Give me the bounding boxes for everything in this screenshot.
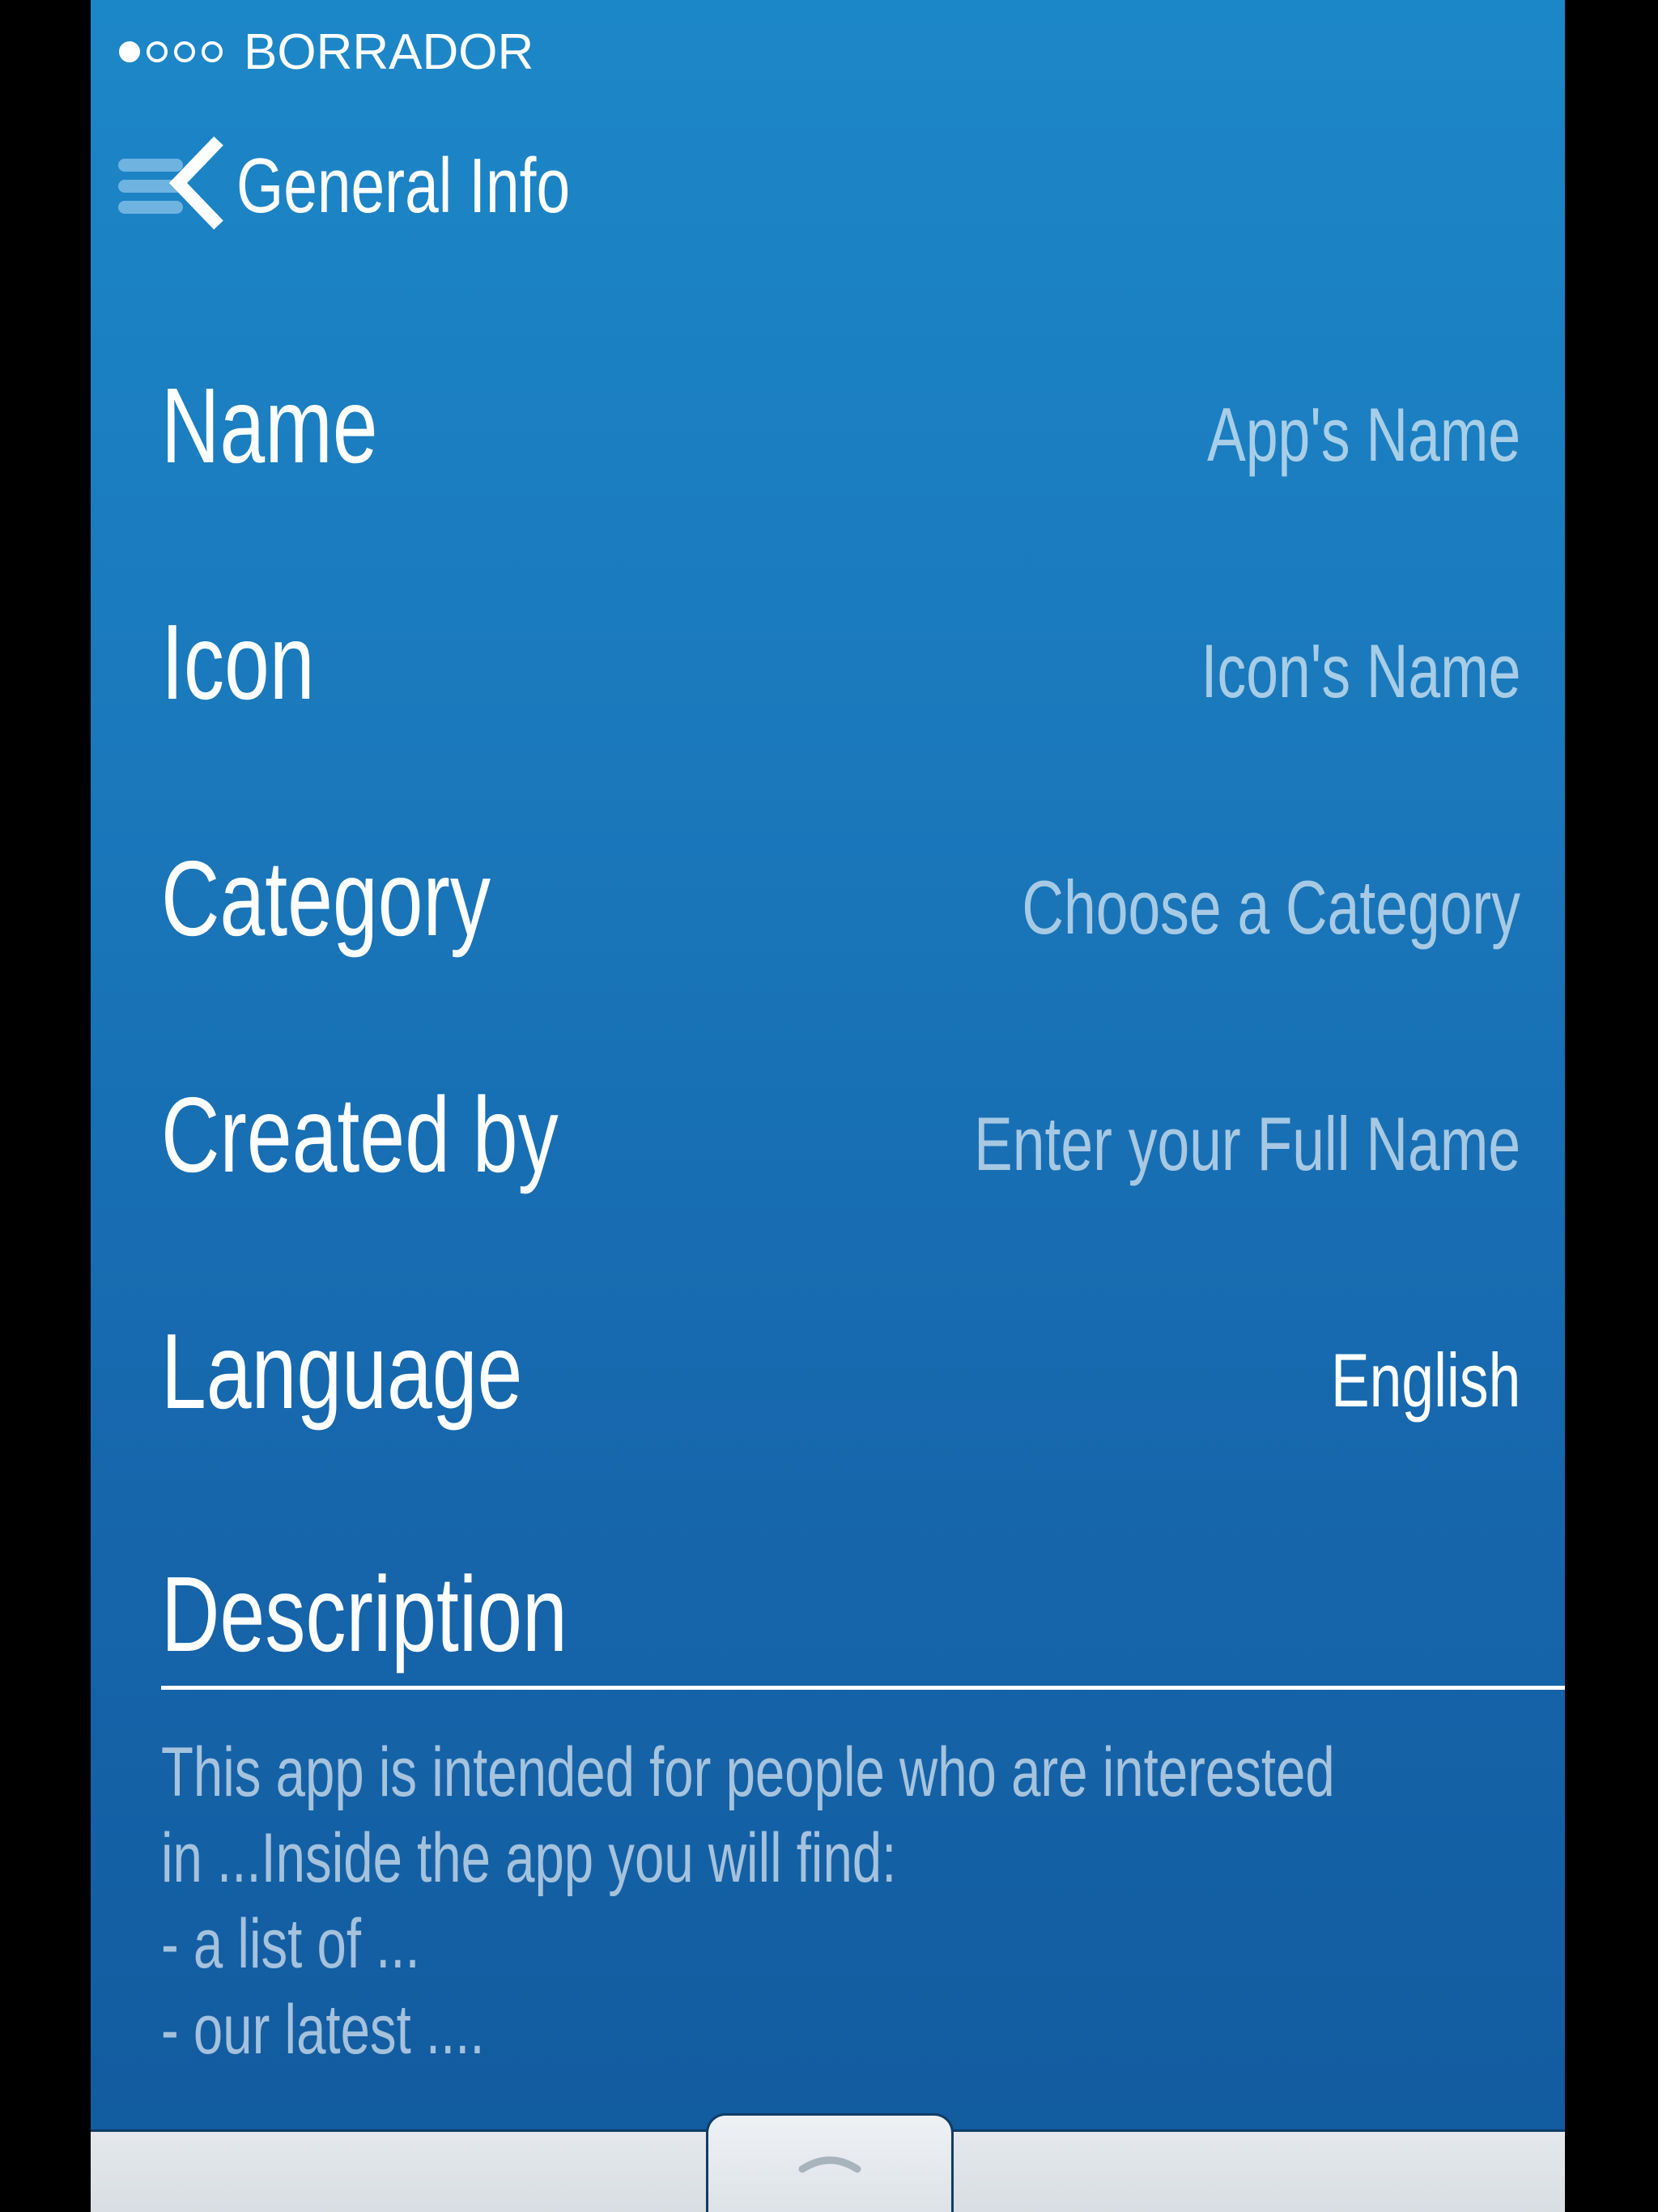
form-rows: Name App's Name Icon Icon's Name Categor… (161, 348, 1520, 1530)
row-label: Created by (161, 1075, 559, 1194)
page-title: General Info (236, 143, 571, 229)
description-line: - our latest .... (161, 1991, 485, 2069)
divider (161, 1686, 1565, 1690)
form-row-language[interactable]: Language English (161, 1294, 1520, 1530)
created-by-field[interactable]: Enter your Full Name (974, 1106, 1520, 1182)
row-label: Icon (161, 602, 315, 721)
row-label: Language (161, 1312, 523, 1431)
signal-dot (119, 41, 140, 62)
menu-back-icon[interactable] (115, 130, 228, 243)
description-textarea[interactable]: This app is intended for people who are … (161, 1729, 1392, 2073)
signal-dot (202, 41, 223, 62)
form-row-created-by[interactable]: Created by Enter your Full Name (161, 1057, 1520, 1294)
tray-handle-button[interactable] (706, 2113, 954, 2212)
form-row-icon[interactable]: Icon Icon's Name (161, 585, 1520, 821)
row-label: Name (161, 366, 378, 485)
language-selector[interactable]: English (1331, 1342, 1520, 1419)
signal-dot (174, 41, 195, 62)
status-bar: BORRADOR (119, 23, 534, 81)
description-line: - a list of ... (161, 1905, 420, 1983)
chevron-up-icon (798, 2156, 861, 2173)
form-row-name[interactable]: Name App's Name (161, 348, 1520, 585)
name-field[interactable]: App's Name (1207, 397, 1520, 473)
description-line: This app is intended for people who are … (161, 1733, 1335, 1811)
signal-strength-icon (119, 41, 223, 62)
form-row-category[interactable]: Category Choose a Category (161, 821, 1520, 1057)
category-selector[interactable]: Choose a Category (1022, 870, 1520, 946)
description-heading: Description (161, 1555, 568, 1674)
signal-dot (147, 41, 168, 62)
carrier-name: BORRADOR (244, 23, 534, 80)
icon-field[interactable]: Icon's Name (1201, 633, 1520, 709)
nav-bar: General Info (115, 130, 664, 243)
description-line: in ...Inside the app you will find: (161, 1819, 897, 1897)
row-label: Category (161, 839, 491, 958)
app-screen: BORRADOR General Info Name App's Name Ic… (91, 0, 1565, 2212)
